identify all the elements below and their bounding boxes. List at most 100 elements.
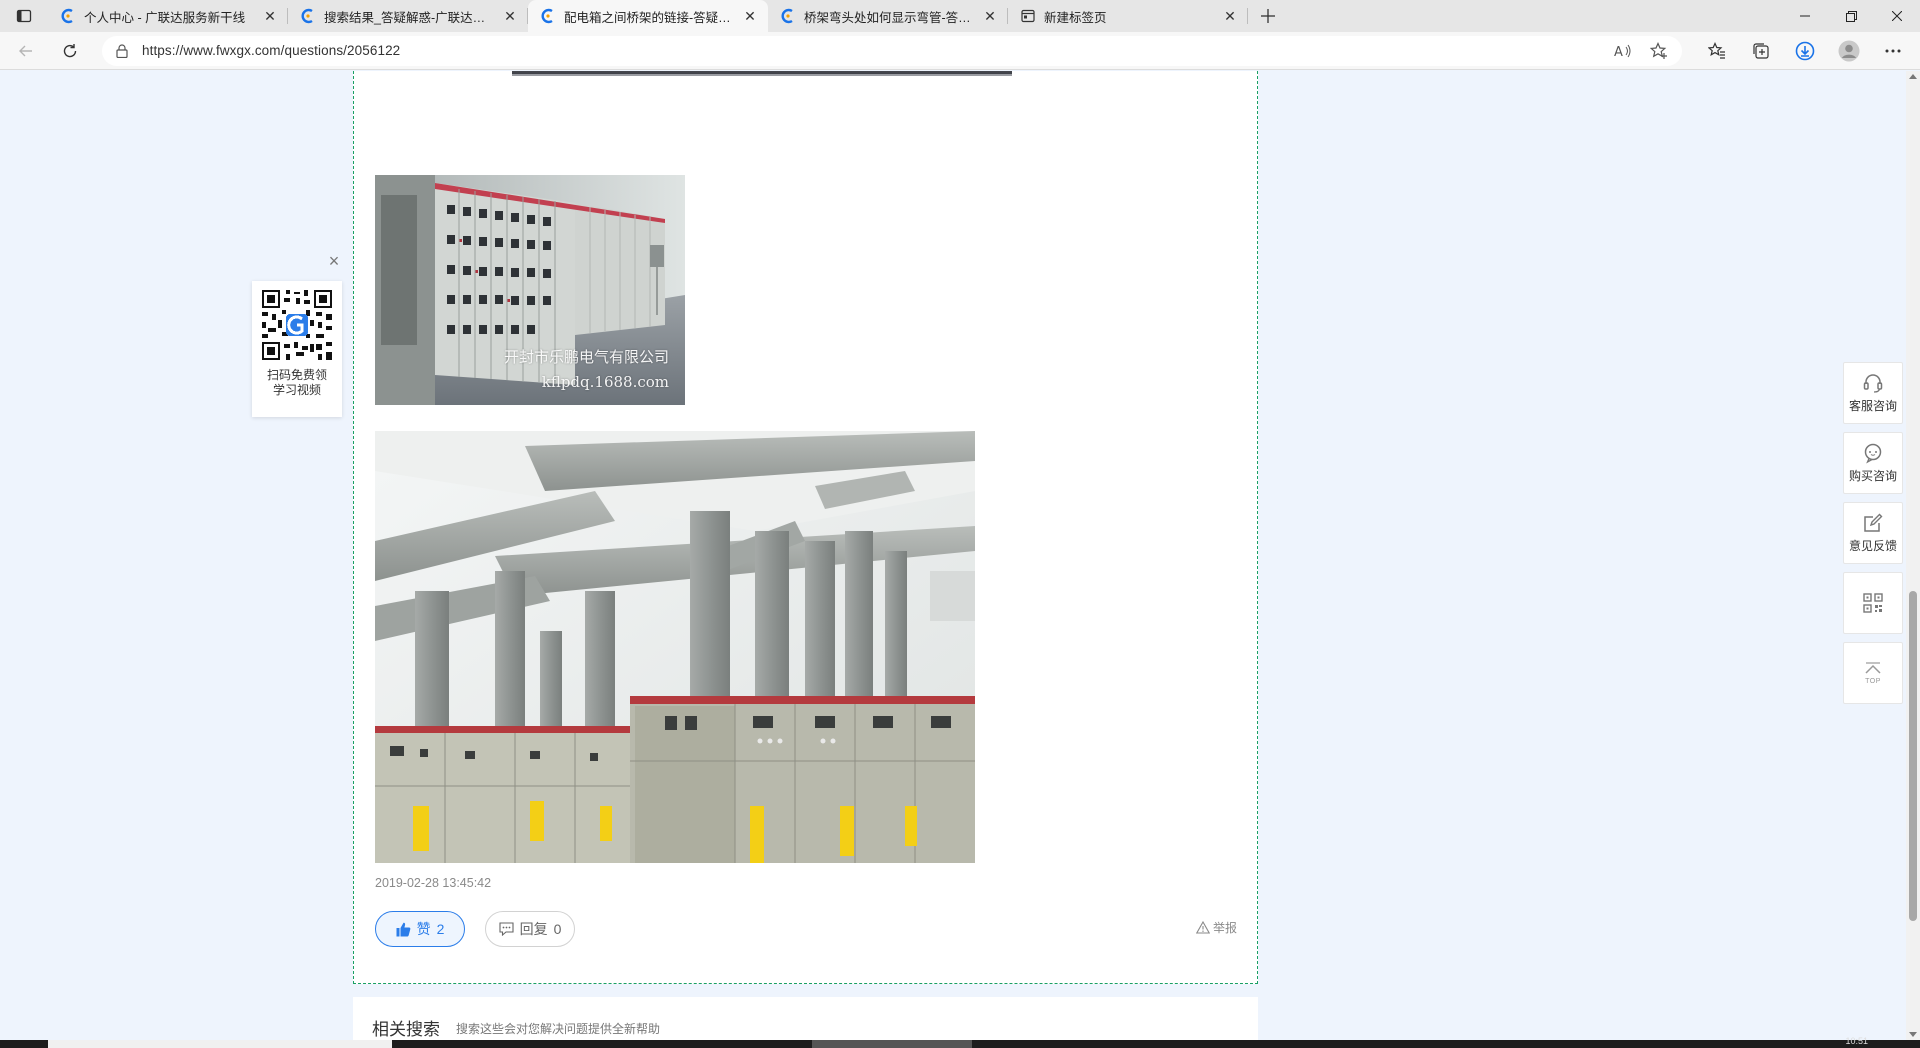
minimize-icon (1800, 15, 1810, 17)
like-label: 赞 (416, 921, 431, 937)
browser-tab-3-active[interactable]: 配电箱之间桥架的链接-答疑解惑-广联达服务新干线 ✕ (528, 0, 768, 32)
avatar-icon (1838, 40, 1860, 61)
new-tab-page-icon (1020, 8, 1036, 24)
downloads-button[interactable] (1788, 36, 1822, 66)
qr-code-icon (1863, 593, 1883, 613)
headset-icon (1863, 374, 1883, 393)
read-aloud-icon[interactable]: A (1614, 43, 1632, 59)
back-button[interactable] (8, 36, 44, 66)
qr-promo-text: 扫码免费领 学习视频 (267, 368, 327, 398)
tab-close-icon[interactable]: ✕ (742, 8, 758, 24)
collections-icon (1753, 42, 1769, 59)
new-tab-button[interactable] (1248, 0, 1288, 32)
collections-button[interactable] (1744, 36, 1778, 66)
photo-watermark: 开封市乐鹏电气有限公司 kflpdq.1688.com (504, 345, 669, 395)
chevron-up-icon (1865, 662, 1881, 674)
arrow-left-icon (19, 45, 32, 56)
qr-text-line1: 扫码免费领 (266, 368, 327, 382)
tab-title: 新建标签页 (1044, 10, 1107, 25)
related-search-card: 相关搜索 搜索这些会对您解决问题提供全新帮助 显示 平行 链接 没有 尺寸 (353, 997, 1258, 1040)
watermark-company: 开封市乐鹏电气有限公司 (503, 348, 669, 366)
download-icon (1795, 41, 1815, 60)
url-text[interactable]: https://www.fwxgx.com/questions/2056122 (142, 43, 1600, 58)
customer-service-label: 客服咨询 (1848, 399, 1897, 413)
qr-code-button[interactable] (1843, 572, 1903, 634)
address-bar[interactable]: https://www.fwxgx.com/questions/2056122 … (102, 35, 1682, 66)
profile-button[interactable] (1832, 36, 1866, 66)
answer-timestamp: 2019-02-28 13:45:42 (375, 876, 492, 890)
reply-label: 回复 (519, 921, 548, 937)
browser-tab-2[interactable]: 搜索结果_答疑解惑-广联达服务新干线 ✕ (288, 0, 528, 32)
page-scrollbar[interactable] (1906, 71, 1920, 1040)
side-toolbar: 客服咨询 购买咨询 意见反馈 TOP (1843, 362, 1903, 704)
qr-close-icon[interactable]: × (326, 252, 342, 270)
comment-icon (499, 922, 514, 936)
feedback-button[interactable]: 意见反馈 (1843, 502, 1903, 564)
related-search-subtitle: 搜索这些会对您解决问题提供全新帮助 (456, 1022, 661, 1036)
chat-bubble-icon (1864, 443, 1882, 464)
scroll-down-arrow-icon[interactable] (1909, 1032, 1917, 1037)
tab-close-icon[interactable]: ✕ (982, 8, 998, 24)
plus-icon (1261, 9, 1275, 23)
page-viewport: 开封市乐鹏电气有限公司 kflpdq.1688.com 2019-02-28 1… (0, 71, 1906, 1040)
more-horizontal-icon (1885, 49, 1901, 52)
answer-image-cable-trays[interactable] (375, 431, 975, 863)
glodon-favicon-icon (540, 8, 556, 24)
taskbar-search-box[interactable] (48, 1040, 392, 1048)
watermark-url: kflpdq.1688.com (541, 373, 669, 391)
warning-icon (1195, 921, 1210, 934)
feedback-label: 意见反馈 (1848, 539, 1897, 553)
tab-actions-menu-button[interactable] (0, 0, 48, 32)
browser-tab-1[interactable]: 个人中心 - 广联达服务新干线 ✕ (48, 0, 288, 32)
reply-count: 0 (553, 921, 562, 937)
purchase-consult-button[interactable]: 购买咨询 (1843, 432, 1903, 494)
edit-icon (1864, 513, 1883, 532)
browser-extension-icons (1700, 36, 1910, 66)
tab-close-icon[interactable]: ✕ (262, 8, 278, 24)
tab-title: 个人中心 - 广联达服务新干线 (84, 10, 246, 25)
browser-tab-bar: 个人中心 - 广联达服务新干线 ✕ 搜索结果_答疑解惑-广联达服务新干线 ✕ 配… (0, 0, 1920, 32)
customer-service-button[interactable]: 客服咨询 (1843, 362, 1903, 424)
thumbs-up-icon (396, 922, 410, 936)
minimize-button[interactable] (1782, 0, 1828, 32)
settings-more-button[interactable] (1876, 36, 1910, 66)
lock-icon[interactable] (116, 43, 128, 58)
tab-title: 桥架弯头处如何显示弯管-答疑解惑-广联达服务新干线 (804, 10, 974, 25)
answer-image-previous-bottom (512, 71, 1012, 76)
svg-text:A: A (1614, 45, 1623, 59)
taskbar-app-button[interactable] (812, 1040, 972, 1048)
cable-tray-photo (375, 431, 975, 863)
top-label: TOP (1865, 678, 1881, 685)
answer-image-switchgear-row[interactable]: 开封市乐鹏电气有限公司 kflpdq.1688.com (375, 175, 685, 405)
qr-promo-panel: 扫码免费领 学习视频 (252, 281, 342, 417)
scrollbar-thumb[interactable] (1909, 591, 1917, 921)
add-favorite-icon[interactable] (1650, 41, 1668, 60)
scroll-up-arrow-icon[interactable] (1909, 74, 1917, 79)
favorites-button[interactable] (1700, 36, 1734, 66)
tab-actions-icon (16, 9, 32, 23)
restore-button[interactable] (1828, 0, 1874, 32)
refresh-icon (63, 43, 77, 57)
back-to-top-button[interactable]: TOP (1843, 642, 1903, 704)
taskbar-clock: 10:51 (1845, 1036, 1868, 1046)
tab-close-icon[interactable]: ✕ (502, 8, 518, 24)
related-search-title: 相关搜索 (372, 1020, 440, 1039)
browser-toolbar: https://www.fwxgx.com/questions/2056122 … (0, 32, 1920, 70)
tab-title: 搜索结果_答疑解惑-广联达服务新干线 (324, 10, 494, 25)
purchase-consult-label: 购买咨询 (1848, 469, 1897, 483)
refresh-button[interactable] (52, 36, 88, 66)
close-window-button[interactable] (1874, 0, 1920, 32)
tab-close-icon[interactable]: ✕ (1222, 8, 1238, 24)
os-taskbar: 10:51 (0, 1036, 1920, 1048)
glodon-favicon-icon (300, 8, 316, 24)
report-link[interactable]: 举报 (1195, 919, 1237, 936)
tab-title: 配电箱之间桥架的链接-答疑解惑-广联达服务新干线 (564, 10, 734, 25)
qr-text-line2: 学习视频 (272, 383, 321, 397)
report-label: 举报 (1212, 921, 1237, 935)
like-count: 2 (436, 921, 445, 937)
like-button[interactable]: 赞 2 (375, 911, 465, 947)
browser-tab-4[interactable]: 桥架弯头处如何显示弯管-答疑解惑-广联达服务新干线 ✕ (768, 0, 1008, 32)
reply-button[interactable]: 回复 0 (485, 911, 575, 947)
window-controls (1782, 0, 1920, 32)
browser-tab-5[interactable]: 新建标签页 ✕ (1008, 0, 1248, 32)
